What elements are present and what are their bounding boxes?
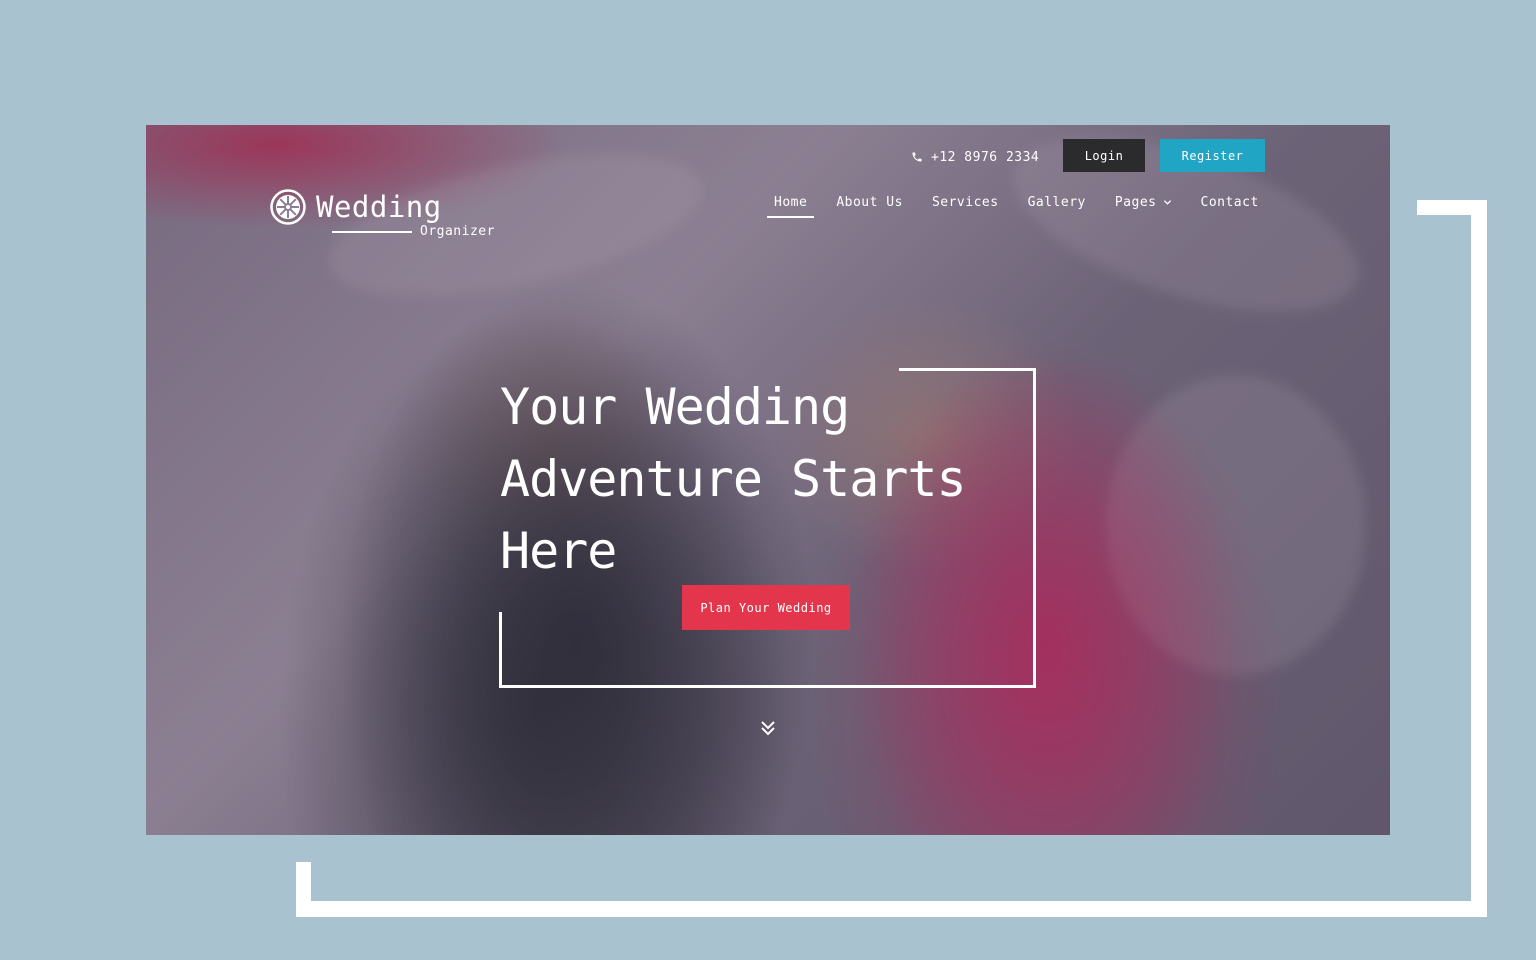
site-logo[interactable]: Wedding Organizer [270, 188, 510, 243]
nav-item-label: Pages [1114, 195, 1157, 210]
headline-frame-bottom [499, 685, 1036, 688]
hero-section: +12 8976 2334 Login Register Wedding Org… [146, 125, 1390, 835]
frame-left-segment [296, 862, 311, 917]
chevron-down-icon [1163, 200, 1171, 205]
logo-subtitle: Organizer [420, 224, 495, 239]
nav-item-gallery[interactable]: Gallery [1028, 193, 1086, 218]
wheel-logo-icon [270, 189, 306, 225]
nav-item-label: Services [931, 195, 999, 210]
hero-content: +12 8976 2334 Login Register Wedding Org… [146, 125, 1390, 835]
headline-frame-left [499, 612, 502, 688]
nav-item-contact[interactable]: Contact [1201, 193, 1259, 218]
logo-underline [332, 231, 412, 233]
nav-item-label: Contact [1200, 195, 1259, 210]
nav-item-about-us[interactable]: About Us [836, 193, 903, 218]
nav-item-pages[interactable]: Pages [1115, 193, 1172, 218]
double-chevron-down-icon[interactable] [759, 719, 777, 737]
nav-item-label: Gallery [1027, 195, 1086, 210]
login-button[interactable]: Login [1063, 139, 1145, 172]
logo-title: Wedding [316, 190, 442, 224]
phone-contact[interactable]: +12 8976 2334 [911, 147, 1039, 167]
phone-number: +12 8976 2334 [931, 149, 1040, 165]
nav-item-label: About Us [836, 195, 903, 210]
nav-item-home[interactable]: Home [766, 193, 815, 218]
register-button[interactable]: Register [1160, 139, 1265, 172]
plan-your-wedding-button[interactable]: Plan Your Wedding [682, 585, 850, 630]
phone-icon [912, 152, 922, 162]
frame-right-segment [1471, 200, 1487, 917]
nav-item-services[interactable]: Services [932, 193, 999, 218]
frame-bottom-segment [296, 901, 1487, 917]
main-navigation: Home About Us Services Gallery Pages Con… [766, 193, 1259, 221]
headline-frame-right [1033, 368, 1036, 688]
nav-item-label: Home [774, 195, 808, 210]
hero-headline: Your Wedding Adventure Starts Here [500, 378, 967, 580]
